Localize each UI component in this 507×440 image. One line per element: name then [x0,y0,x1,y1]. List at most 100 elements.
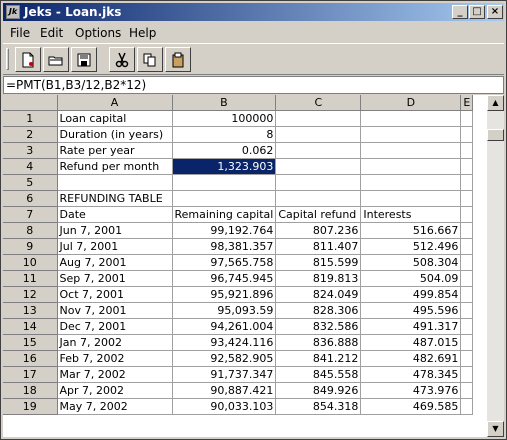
toolbar-grip[interactable] [6,48,9,70]
row-header[interactable]: 7 [3,206,58,223]
cell-a[interactable]: Duration (in years) [57,126,173,143]
row-header[interactable]: 2 [3,126,58,143]
cell-c[interactable]: 849.926 [275,382,362,399]
cell-e[interactable] [460,142,474,159]
cell-e[interactable] [460,222,474,239]
row-header[interactable]: 8 [3,222,58,239]
cell-d[interactable] [360,158,462,175]
cell-c[interactable]: 828.306 [275,302,362,319]
cell-b[interactable]: 95,921.896 [172,286,277,303]
row-header[interactable]: 15 [3,334,58,351]
cell-c[interactable]: Capital refund [275,206,362,223]
cell-a[interactable]: REFUNDING TABLE [57,190,173,207]
cell-b[interactable]: 96,745.945 [172,270,277,287]
cell-e[interactable] [460,238,474,255]
cell-a[interactable]: Nov 7, 2001 [57,302,173,319]
cell-c[interactable]: 836.888 [275,334,362,351]
cell-d[interactable]: 512.496 [360,238,462,255]
cell-d[interactable]: 482.691 [360,350,462,367]
cell-d[interactable] [360,126,462,143]
cell-d[interactable] [360,110,462,127]
row-header[interactable]: 4 [3,158,58,175]
menu-edit[interactable]: Edit [40,26,63,40]
cell-a[interactable]: Jul 7, 2001 [57,238,173,255]
cell-b[interactable]: 8 [172,126,277,143]
cell-c[interactable] [275,174,362,191]
menu-file[interactable]: File [10,26,30,40]
cell-b[interactable]: 0.062 [172,142,277,159]
formula-bar[interactable]: =PMT(B1,B3/12,B2*12) [3,76,504,94]
cell-e[interactable] [460,286,474,303]
cell-c[interactable]: 832.586 [275,318,362,335]
cell-d[interactable]: 491.317 [360,318,462,335]
cell-e[interactable] [460,126,474,143]
row-header[interactable]: 1 [3,110,58,127]
cell-a[interactable]: Jan 7, 2002 [57,334,173,351]
title-bar[interactable]: Jk Jeks - Loan.jks _ □ × [3,3,504,21]
cell-c[interactable]: 819.813 [275,270,362,287]
cell-d[interactable]: 504.09 [360,270,462,287]
row-header[interactable]: 14 [3,318,58,335]
cell-a[interactable]: Apr 7, 2002 [57,382,173,399]
cell-d[interactable] [360,174,462,191]
cell-d[interactable]: 478.345 [360,366,462,383]
cell-c[interactable] [275,126,362,143]
cell-d[interactable]: 487.015 [360,334,462,351]
cell-c[interactable]: 841.212 [275,350,362,367]
cell-c[interactable]: 815.599 [275,254,362,271]
cell-c[interactable]: 824.049 [275,286,362,303]
cell-c[interactable]: 807.236 [275,222,362,239]
cell-b[interactable]: 99,192.764 [172,222,277,239]
maximize-button[interactable]: □ [469,5,485,19]
cell-a[interactable]: May 7, 2002 [57,398,173,415]
cell-b[interactable]: 97,565.758 [172,254,277,271]
row-header[interactable]: 16 [3,350,58,367]
cell-b[interactable]: 98,381.357 [172,238,277,255]
cell-e[interactable] [460,190,474,207]
cell-e[interactable] [460,350,474,367]
cell-e[interactable] [460,318,474,335]
cell-e[interactable] [460,382,474,399]
row-header[interactable]: 18 [3,382,58,399]
cell-a[interactable]: Loan capital [57,110,173,127]
cell-c[interactable] [275,110,362,127]
column-header-b[interactable]: B [172,95,277,111]
cell-e[interactable] [460,110,474,127]
cell-b[interactable] [172,190,277,207]
column-header-e[interactable]: E [460,95,474,111]
column-header-a[interactable]: A [57,95,173,111]
vertical-scrollbar[interactable]: ▲ ▼ [487,95,504,437]
cell-b[interactable]: 92,582.905 [172,350,277,367]
cell-b[interactable]: 90,887.421 [172,382,277,399]
cell-b[interactable]: 93,424.116 [172,334,277,351]
open-button[interactable] [43,47,69,72]
row-header[interactable]: 12 [3,286,58,303]
cell-e[interactable] [460,254,474,271]
cell-b[interactable]: 100000 [172,110,277,127]
cell-a[interactable]: Feb 7, 2002 [57,350,173,367]
cell-a[interactable]: Rate per year [57,142,173,159]
cell-a[interactable]: Mar 7, 2002 [57,366,173,383]
scroll-up-button[interactable]: ▲ [487,95,504,111]
cell-b[interactable]: 1,323.903 [172,158,277,175]
cell-d[interactable]: 495.596 [360,302,462,319]
cell-a[interactable]: Date [57,206,173,223]
cell-b[interactable]: 94,261.004 [172,318,277,335]
cell-d[interactable]: 508.304 [360,254,462,271]
corner-cell[interactable] [3,95,58,111]
close-button[interactable]: × [487,5,503,19]
save-button[interactable] [71,47,97,72]
column-header-d[interactable]: D [360,95,462,111]
cell-d[interactable]: 473.976 [360,382,462,399]
paste-button[interactable] [165,47,191,72]
cell-c[interactable] [275,190,362,207]
cell-d[interactable]: 469.585 [360,398,462,415]
cell-c[interactable] [275,142,362,159]
cell-c[interactable] [275,158,362,175]
cell-e[interactable] [460,158,474,175]
row-header[interactable]: 17 [3,366,58,383]
scroll-down-button[interactable]: ▼ [487,421,504,437]
app-icon[interactable]: Jk [6,5,20,19]
cell-c[interactable]: 845.558 [275,366,362,383]
cell-b[interactable] [172,174,277,191]
